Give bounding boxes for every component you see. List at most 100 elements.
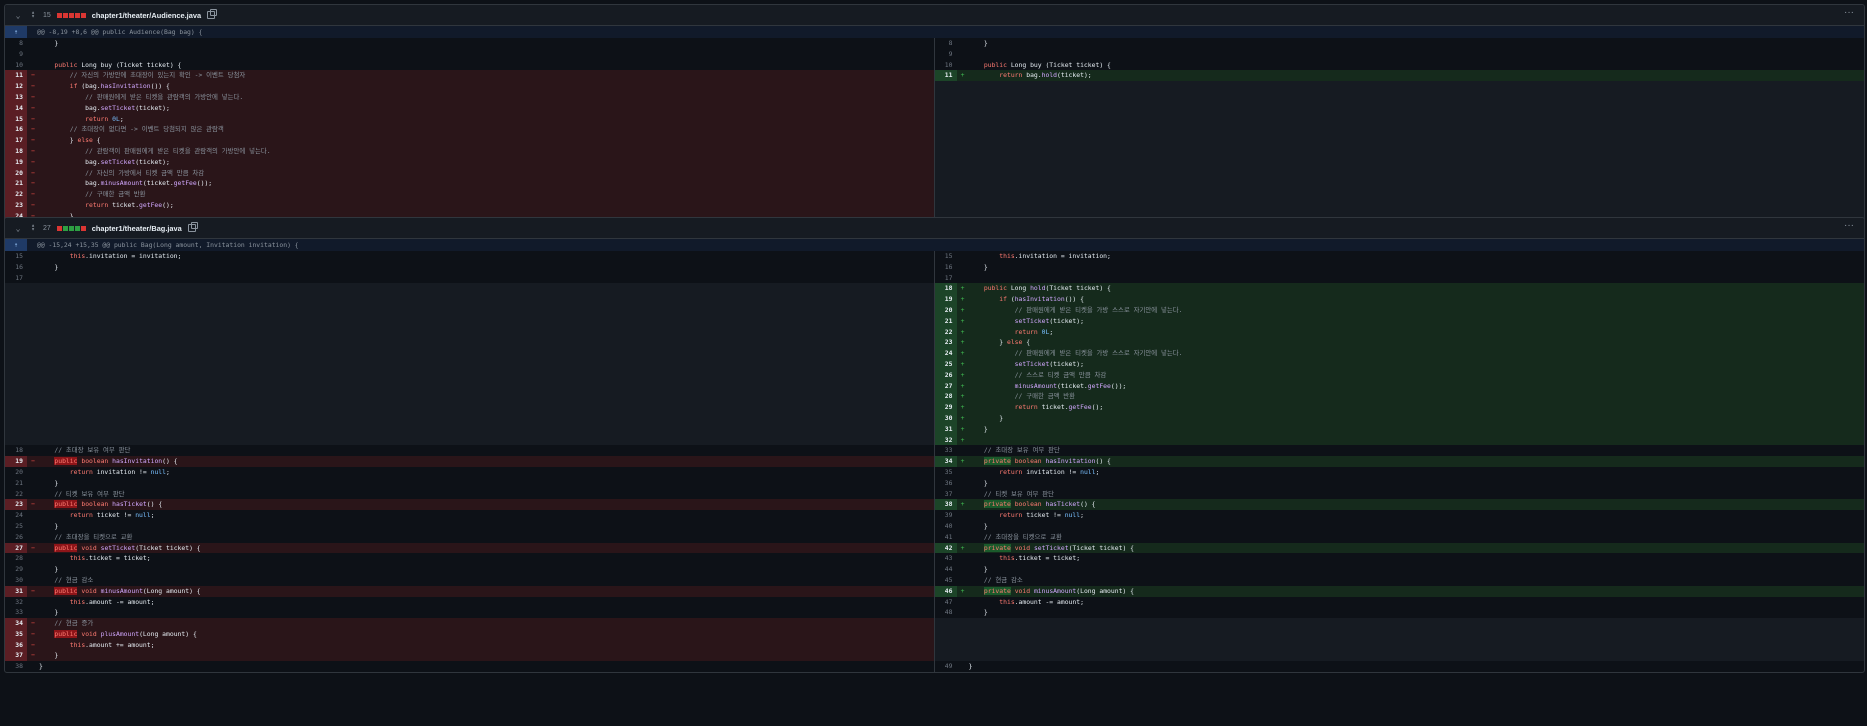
line-number[interactable]: 16 — [935, 262, 957, 273]
line-number[interactable] — [5, 370, 27, 381]
line-number[interactable]: 19 — [934, 294, 957, 305]
line-number[interactable]: 36 — [5, 639, 27, 651]
line-number[interactable]: 38 — [5, 661, 27, 672]
line-number[interactable] — [935, 618, 957, 629]
line-number[interactable]: 31 — [5, 585, 27, 597]
line-number[interactable]: 35 — [935, 467, 957, 478]
line-number[interactable]: 18 — [934, 283, 957, 295]
line-number[interactable]: 8 — [5, 38, 27, 49]
line-number[interactable]: 31 — [934, 423, 957, 435]
line-number[interactable]: 21 — [5, 478, 27, 489]
kebab-icon[interactable]: ··· — [1844, 220, 1854, 231]
line-number[interactable]: 12 — [5, 81, 27, 92]
line-number[interactable]: 39 — [935, 510, 957, 521]
line-number[interactable]: 20 — [5, 467, 27, 478]
line-number[interactable]: 20 — [934, 304, 957, 316]
line-number[interactable]: 33 — [5, 607, 27, 618]
line-number[interactable] — [935, 168, 957, 179]
line-number[interactable]: 32 — [934, 434, 957, 446]
line-number[interactable]: 27 — [934, 380, 957, 392]
line-number[interactable]: 24 — [934, 348, 957, 359]
line-number[interactable]: 11 — [934, 70, 957, 82]
line-number[interactable]: 11 — [5, 70, 27, 82]
line-number[interactable] — [5, 283, 27, 294]
line-number[interactable]: 32 — [5, 597, 27, 608]
line-number[interactable] — [5, 424, 27, 435]
line-number[interactable]: 9 — [5, 49, 27, 60]
line-number[interactable]: 8 — [935, 38, 957, 49]
line-number[interactable] — [5, 413, 27, 424]
line-number[interactable] — [5, 294, 27, 305]
line-number[interactable] — [5, 435, 27, 446]
line-number[interactable]: 26 — [5, 532, 27, 543]
line-number[interactable]: 34 — [934, 456, 957, 467]
line-number[interactable]: 21 — [5, 178, 27, 190]
file-path[interactable]: chapter1/theater/Bag.java — [92, 224, 182, 233]
line-number[interactable] — [935, 114, 957, 125]
line-number[interactable] — [935, 103, 957, 114]
file-path[interactable]: chapter1/theater/Audience.java — [92, 11, 201, 20]
line-number[interactable] — [5, 305, 27, 316]
line-number[interactable] — [5, 381, 27, 392]
line-number[interactable]: 33 — [935, 445, 957, 456]
line-number[interactable] — [935, 81, 957, 92]
line-number[interactable]: 46 — [934, 585, 957, 597]
line-number[interactable]: 18 — [5, 445, 27, 456]
line-number[interactable] — [935, 200, 957, 211]
line-number[interactable] — [935, 189, 957, 200]
line-number[interactable]: 29 — [934, 402, 957, 413]
line-number[interactable]: 24 — [5, 510, 27, 521]
line-number[interactable]: 17 — [935, 273, 957, 284]
line-number[interactable]: 35 — [5, 628, 27, 640]
line-number[interactable]: 10 — [935, 60, 957, 71]
line-number[interactable] — [935, 135, 957, 146]
line-number[interactable] — [5, 391, 27, 402]
expand-icon[interactable]: ▴ ▾ — [29, 223, 37, 233]
line-number[interactable]: 26 — [934, 369, 957, 381]
line-number[interactable] — [935, 640, 957, 651]
line-number[interactable]: 20 — [5, 167, 27, 179]
line-number[interactable]: 13 — [5, 91, 27, 103]
line-number[interactable]: 44 — [935, 564, 957, 575]
expand-icon[interactable]: ▴ ▾ — [29, 10, 37, 20]
line-number[interactable]: 19 — [5, 456, 27, 467]
line-number[interactable]: 28 — [5, 553, 27, 564]
line-number[interactable]: 19 — [5, 156, 27, 168]
line-number[interactable]: 36 — [935, 478, 957, 489]
line-number[interactable]: 28 — [934, 391, 957, 403]
line-number[interactable]: 30 — [5, 575, 27, 586]
line-number[interactable]: 16 — [5, 262, 27, 273]
line-number[interactable]: 27 — [5, 542, 27, 554]
line-number[interactable] — [935, 92, 957, 103]
line-number[interactable] — [5, 327, 27, 338]
line-number[interactable]: 25 — [934, 358, 957, 370]
line-number[interactable]: 22 — [5, 189, 27, 200]
line-number[interactable]: 47 — [935, 597, 957, 608]
line-number[interactable] — [935, 650, 957, 661]
line-number[interactable]: 40 — [935, 521, 957, 532]
line-number[interactable]: 15 — [5, 113, 27, 125]
line-number[interactable]: 23 — [5, 199, 27, 211]
line-number[interactable]: 21 — [934, 315, 957, 327]
line-number[interactable] — [935, 124, 957, 135]
line-number[interactable]: 34 — [5, 618, 27, 629]
line-number[interactable]: 45 — [935, 575, 957, 586]
line-number[interactable]: 15 — [935, 251, 957, 262]
expand-up-icon[interactable]: ⇡ — [5, 239, 27, 251]
line-number[interactable]: 10 — [5, 60, 27, 71]
line-number[interactable] — [5, 316, 27, 327]
kebab-icon[interactable]: ··· — [1844, 7, 1854, 18]
line-number[interactable]: 23 — [934, 337, 957, 349]
line-number[interactable]: 30 — [934, 412, 957, 424]
line-number[interactable]: 16 — [5, 124, 27, 136]
line-number[interactable]: 15 — [5, 251, 27, 262]
line-number[interactable]: 22 — [934, 326, 957, 338]
copy-icon[interactable] — [187, 222, 198, 232]
line-number[interactable]: 25 — [5, 521, 27, 532]
chevron-down-icon[interactable]: ⌄ — [13, 11, 23, 20]
line-number[interactable]: 37 — [935, 489, 957, 500]
line-number[interactable] — [935, 157, 957, 168]
line-number[interactable]: 48 — [935, 607, 957, 618]
line-number[interactable] — [935, 629, 957, 640]
line-number[interactable]: 17 — [5, 273, 27, 284]
